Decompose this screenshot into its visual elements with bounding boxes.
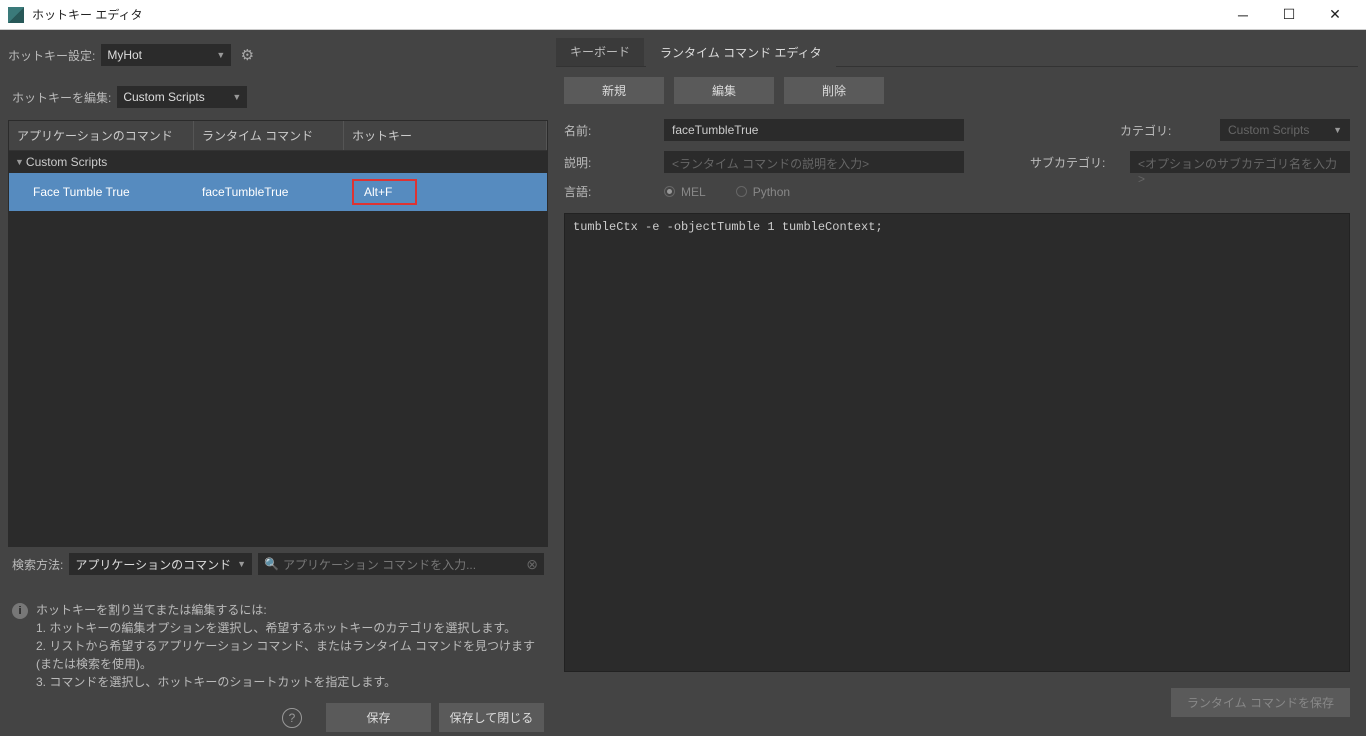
app-icon [8, 7, 24, 23]
search-type-dropdown[interactable]: アプリケーションのコマンド ▼ [69, 553, 252, 575]
close-button[interactable]: ✕ [1312, 0, 1358, 30]
delete-button[interactable]: 削除 [784, 77, 884, 104]
hotkey-setting-value: MyHot [107, 48, 142, 62]
hotkey-settings-row: ホットキー設定: MyHot ▼ ⚙ [8, 38, 548, 80]
edit-label: ホットキーを編集: [12, 89, 111, 106]
lang-label: 言語: [564, 183, 654, 200]
save-button[interactable]: 保存 [326, 703, 431, 732]
table-header: アプリケーションのコマンド ランタイム コマンド ホットキー [9, 121, 547, 151]
search-input[interactable]: 🔍 アプリケーション コマンドを入力... ⊗ [258, 553, 544, 575]
info-section: i ホットキーを割り当てまたは編集するには: 1. ホットキーの編集オプションを… [8, 581, 548, 691]
edit-hotkey-row: ホットキーを編集: Custom Scripts ▼ [8, 80, 548, 114]
info-line2: 2. リストから希望するアプリケーション コマンド、またはランタイム コマンドを… [36, 637, 544, 673]
window-controls: ─ ☐ ✕ [1220, 0, 1358, 30]
category-value: Custom Scripts [1228, 123, 1309, 137]
table-body: ▼ Custom Scripts Face Tumble True faceTu… [9, 151, 547, 546]
edit-button[interactable]: 編集 [674, 77, 774, 104]
window-title: ホットキー エディタ [32, 6, 1220, 23]
radio-circle-icon [664, 186, 675, 197]
chevron-down-icon: ▼ [216, 50, 225, 60]
category-row[interactable]: ▼ Custom Scripts [9, 151, 547, 173]
clear-icon[interactable]: ⊗ [526, 556, 538, 573]
new-button[interactable]: 新規 [564, 77, 664, 104]
cell-hotkey: Alt+F [344, 173, 547, 211]
titlebar: ホットキー エディタ ─ ☐ ✕ [0, 0, 1366, 30]
info-line1: 1. ホットキーの編集オプションを選択し、希望するホットキーのカテゴリを選択しま… [36, 619, 544, 637]
category-label: カテゴリ: [1120, 122, 1210, 139]
name-row: 名前: faceTumbleTrue カテゴリ: Custom Scripts … [556, 114, 1358, 146]
right-panel: キーボード ランタイム コマンド エディタ 新規 編集 削除 名前: faceT… [556, 38, 1358, 725]
desc-input[interactable]: <ランタイム コマンドの説明を入力> [664, 151, 964, 173]
radio-python[interactable]: Python [736, 185, 790, 199]
desc-label: 説明: [564, 154, 654, 171]
command-table: アプリケーションのコマンド ランタイム コマンド ホットキー ▼ Custom … [8, 120, 548, 547]
info-icon: i [12, 603, 28, 619]
search-type-value: アプリケーションのコマンド [75, 556, 231, 573]
save-runtime-row: ランタイム コマンドを保存 [556, 680, 1358, 725]
triangle-down-icon: ▼ [15, 157, 24, 167]
radio-mel[interactable]: MEL [664, 185, 706, 199]
minimize-button[interactable]: ─ [1220, 0, 1266, 30]
gear-icon[interactable]: ⚙ [237, 45, 257, 65]
desc-row: 説明: <ランタイム コマンドの説明を入力> サブカテゴリ: <オプションのサブ… [556, 146, 1358, 178]
search-label: 検索方法: [12, 556, 63, 573]
help-icon[interactable]: ? [282, 708, 302, 728]
subcategory-label: サブカテゴリ: [1030, 154, 1120, 171]
category-dropdown[interactable]: Custom Scripts ▼ [1220, 119, 1350, 141]
tab-keyboard[interactable]: キーボード [556, 38, 644, 66]
lang-row: 言語: MEL Python [556, 178, 1358, 205]
tabs: キーボード ランタイム コマンド エディタ [556, 38, 1358, 67]
radio-python-label: Python [753, 185, 790, 199]
radio-circle-icon [736, 186, 747, 197]
radio-mel-label: MEL [681, 185, 706, 199]
search-icon: 🔍 [264, 557, 279, 571]
action-buttons: 新規 編集 削除 [556, 67, 1358, 114]
table-row[interactable]: Face Tumble True faceTumbleTrue Alt+F [9, 173, 547, 211]
cell-app: Face Tumble True [9, 179, 194, 205]
save-close-button[interactable]: 保存して閉じる [439, 703, 544, 732]
edit-category-dropdown[interactable]: Custom Scripts ▼ [117, 86, 247, 108]
code-editor[interactable]: tumbleCtx -e -objectTumble 1 tumbleConte… [564, 213, 1350, 672]
cell-runtime: faceTumbleTrue [194, 179, 344, 205]
category-name: Custom Scripts [26, 155, 107, 169]
lang-radio-group: MEL Python [664, 185, 790, 199]
search-placeholder: アプリケーション コマンドを入力... [283, 556, 476, 573]
bottom-buttons: ? 保存 保存して閉じる [8, 691, 548, 736]
column-runtime[interactable]: ランタイム コマンド [194, 121, 344, 150]
maximize-button[interactable]: ☐ [1266, 0, 1312, 30]
info-title: ホットキーを割り当てまたは編集するには: [36, 601, 544, 619]
hotkey-setting-label: ホットキー設定: [8, 47, 95, 64]
name-label: 名前: [564, 122, 654, 139]
chevron-down-icon: ▼ [1333, 125, 1342, 135]
column-hotkey[interactable]: ホットキー [344, 121, 547, 150]
search-row: 検索方法: アプリケーションのコマンド ▼ 🔍 アプリケーション コマンドを入力… [8, 547, 548, 581]
edit-category-value: Custom Scripts [123, 90, 204, 104]
info-line3: 3. コマンドを選択し、ホットキーのショートカットを指定します。 [36, 673, 544, 691]
column-app[interactable]: アプリケーションのコマンド [9, 121, 194, 150]
tab-runtime-editor[interactable]: ランタイム コマンド エディタ [646, 39, 836, 67]
left-panel: ホットキー設定: MyHot ▼ ⚙ ホットキーを編集: Custom Scri… [8, 38, 548, 725]
hotkey-field[interactable]: Alt+F [352, 179, 417, 205]
hotkey-setting-dropdown[interactable]: MyHot ▼ [101, 44, 231, 66]
save-runtime-button[interactable]: ランタイム コマンドを保存 [1171, 688, 1350, 717]
name-input[interactable]: faceTumbleTrue [664, 119, 964, 141]
subcategory-input[interactable]: <オプションのサブカテゴリ名を入力> [1130, 151, 1350, 173]
chevron-down-icon: ▼ [237, 559, 246, 569]
chevron-down-icon: ▼ [232, 92, 241, 102]
info-text: ホットキーを割り当てまたは編集するには: 1. ホットキーの編集オプションを選択… [36, 601, 544, 691]
